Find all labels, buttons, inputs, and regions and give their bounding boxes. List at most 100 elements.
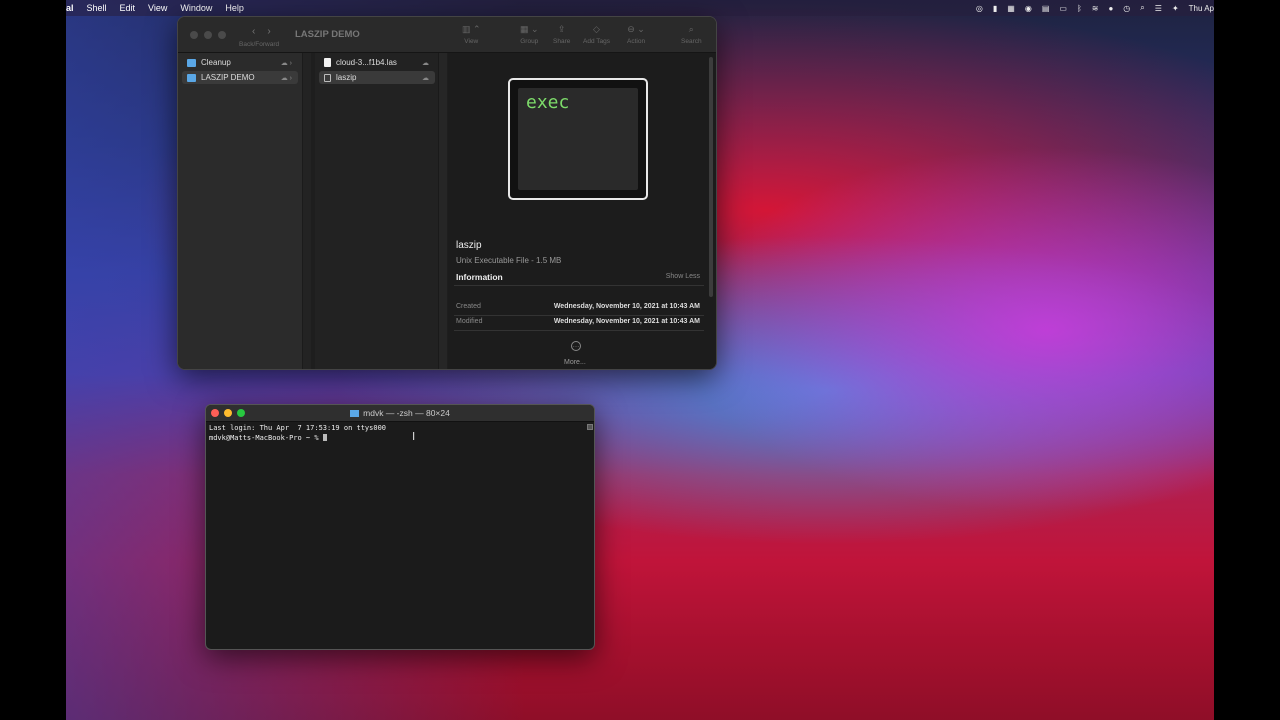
siri-icon[interactable]: ✦ bbox=[1172, 4, 1179, 13]
thumbnail-exec-text: exec bbox=[526, 92, 570, 113]
minimize-button[interactable] bbox=[204, 31, 212, 39]
search-toolbar-icon: ⌕ bbox=[688, 24, 694, 34]
divider bbox=[454, 330, 704, 331]
last-login-line: Last login: Thu Apr 7 17:53:19 on ttys00… bbox=[209, 424, 387, 432]
zoom-button[interactable] bbox=[237, 409, 245, 417]
forward-icon[interactable]: › bbox=[267, 26, 270, 37]
preview-scrollbar[interactable] bbox=[709, 57, 713, 297]
column-divider[interactable] bbox=[439, 53, 447, 369]
search-icon[interactable]: ⌕ bbox=[1140, 3, 1144, 13]
created-value: Wednesday, November 10, 2021 at 10:43 AM bbox=[553, 303, 700, 310]
menu-bar: al Shell Edit View Window Help ◎ ▮ ▦ ◉ ▤… bbox=[66, 0, 1214, 16]
file-label: laszip bbox=[336, 73, 357, 82]
wifi-icon[interactable]: ≋ bbox=[1092, 4, 1099, 13]
grid-icon[interactable]: ▦ bbox=[1007, 4, 1015, 13]
file-label: cloud-3...f1b4.las bbox=[336, 58, 397, 67]
text-cursor bbox=[322, 433, 327, 441]
file-thumbnail: exec bbox=[508, 78, 648, 200]
action-icon: ⊖ ⌄ bbox=[627, 24, 645, 34]
folder-label: LASZIP DEMO bbox=[201, 73, 255, 82]
share-label: Share bbox=[553, 38, 571, 45]
modified-label: Modified bbox=[456, 318, 483, 325]
play-icon[interactable]: ◉ bbox=[1025, 4, 1032, 13]
window-controls bbox=[190, 31, 226, 39]
show-less-link[interactable]: Show Less bbox=[666, 273, 700, 280]
close-button[interactable] bbox=[190, 31, 198, 39]
window-controls bbox=[211, 409, 245, 417]
menu-bar-menus: al Shell Edit View Window Help bbox=[66, 3, 244, 13]
menu-edit[interactable]: Edit bbox=[120, 3, 136, 13]
search-label: Search bbox=[681, 38, 702, 45]
view-button[interactable]: ▥ ⌃ View bbox=[462, 24, 481, 45]
information-heading: Information bbox=[456, 272, 503, 282]
more-label[interactable]: More... bbox=[564, 359, 586, 366]
created-label: Created bbox=[456, 303, 481, 310]
preview-pane: exec laszip Unix Executable File - 1.5 M… bbox=[448, 53, 716, 369]
folder-label: Cleanup bbox=[201, 58, 231, 67]
preview-file-name: laszip bbox=[456, 240, 482, 251]
finder-window: ‹ › Back/Forward LASZIP DEMO ▥ ⌃ View ▦ … bbox=[177, 16, 717, 370]
cloud-icon: ☁ bbox=[422, 74, 429, 82]
more-icon[interactable]: … bbox=[571, 341, 581, 351]
zoom-button[interactable] bbox=[218, 31, 226, 39]
control-center-icon[interactable]: ☰ bbox=[1155, 4, 1162, 13]
time-machine-icon[interactable]: ◷ bbox=[1123, 4, 1130, 13]
file-item-laszip[interactable]: laszip ☁ bbox=[319, 71, 435, 84]
menu-window[interactable]: Window bbox=[180, 3, 212, 13]
add-tags-button[interactable]: ◇ Add Tags bbox=[583, 24, 610, 45]
group-icon: ▦ ⌄ bbox=[520, 24, 539, 34]
battery-icon[interactable]: ▭ bbox=[1059, 4, 1067, 13]
terminal-scroll-marker[interactable] bbox=[587, 424, 593, 430]
group-button[interactable]: ▦ ⌄ Group bbox=[520, 24, 539, 45]
search-button[interactable]: ⌕ Search bbox=[681, 24, 702, 45]
menu-help[interactable]: Help bbox=[225, 3, 244, 13]
ibeam-cursor-icon: I bbox=[412, 430, 416, 443]
folder-icon bbox=[187, 58, 196, 67]
desktop: al Shell Edit View Window Help ◎ ▮ ▦ ◉ ▤… bbox=[66, 0, 1214, 720]
terminal-output[interactable]: Last login: Thu Apr 7 17:53:19 on ttys00… bbox=[209, 424, 386, 443]
group-label: Group bbox=[520, 38, 539, 45]
folder-item-laszip-demo[interactable]: LASZIP DEMO ☁ › bbox=[182, 71, 298, 84]
cloud-icon: ☁ bbox=[422, 59, 429, 67]
menu-clock[interactable]: Thu Ap bbox=[1189, 4, 1214, 13]
close-button[interactable] bbox=[211, 409, 219, 417]
folder-item-cleanup[interactable]: Cleanup ☁ › bbox=[182, 56, 298, 69]
modified-value: Wednesday, November 10, 2021 at 10:43 AM bbox=[553, 318, 700, 325]
back-icon[interactable]: ‹ bbox=[252, 26, 255, 37]
shell-prompt: mdvk@Matts-MacBook-Pro ~ % bbox=[209, 433, 323, 442]
keyboard-icon[interactable]: ▤ bbox=[1042, 4, 1050, 13]
minimize-button[interactable] bbox=[224, 409, 232, 417]
creative-cloud-icon[interactable]: ◎ bbox=[976, 4, 983, 13]
finder-column-files: cloud-3...f1b4.las ☁ laszip ☁ bbox=[315, 53, 439, 369]
action-label: Action bbox=[627, 38, 646, 45]
share-icon: ⇪ bbox=[557, 24, 566, 34]
tag-icon: ◇ bbox=[593, 24, 600, 34]
share-button[interactable]: ⇪ Share bbox=[553, 24, 570, 45]
terminal-titlebar: mdvk — -zsh — 80×24 bbox=[206, 405, 594, 422]
menu-app-name[interactable]: al bbox=[66, 3, 74, 13]
executable-icon bbox=[324, 73, 331, 82]
back-forward-label: Back/Forward bbox=[239, 41, 280, 48]
view-label: View bbox=[464, 38, 479, 45]
divider bbox=[454, 315, 704, 316]
folder-icon bbox=[350, 410, 360, 417]
document-icon bbox=[324, 58, 331, 67]
cloud-download-icon: ☁ › bbox=[280, 59, 292, 67]
preview-file-kind: Unix Executable File - 1.5 MB bbox=[456, 256, 562, 265]
terminal-title: mdvk — -zsh — 80×24 bbox=[206, 408, 594, 418]
column-divider[interactable] bbox=[303, 53, 311, 369]
bluetooth-icon[interactable]: ᛒ bbox=[1077, 4, 1082, 13]
view-icon: ▥ ⌃ bbox=[462, 24, 481, 34]
battery-small-icon[interactable]: ▮ bbox=[993, 4, 997, 13]
file-item-las[interactable]: cloud-3...f1b4.las ☁ bbox=[319, 56, 435, 69]
add-tags-label: Add Tags bbox=[583, 38, 610, 45]
menu-view[interactable]: View bbox=[148, 3, 167, 13]
cloud-icon: ☁ › bbox=[280, 74, 292, 82]
folder-icon bbox=[187, 73, 196, 82]
action-button[interactable]: ⊖ ⌄ Action bbox=[627, 24, 645, 45]
user-icon[interactable]: ● bbox=[1108, 4, 1113, 13]
finder-toolbar: ‹ › Back/Forward LASZIP DEMO ▥ ⌃ View ▦ … bbox=[178, 17, 716, 53]
window-title: LASZIP DEMO bbox=[295, 29, 360, 40]
menu-shell[interactable]: Shell bbox=[87, 3, 107, 13]
divider bbox=[454, 285, 704, 286]
